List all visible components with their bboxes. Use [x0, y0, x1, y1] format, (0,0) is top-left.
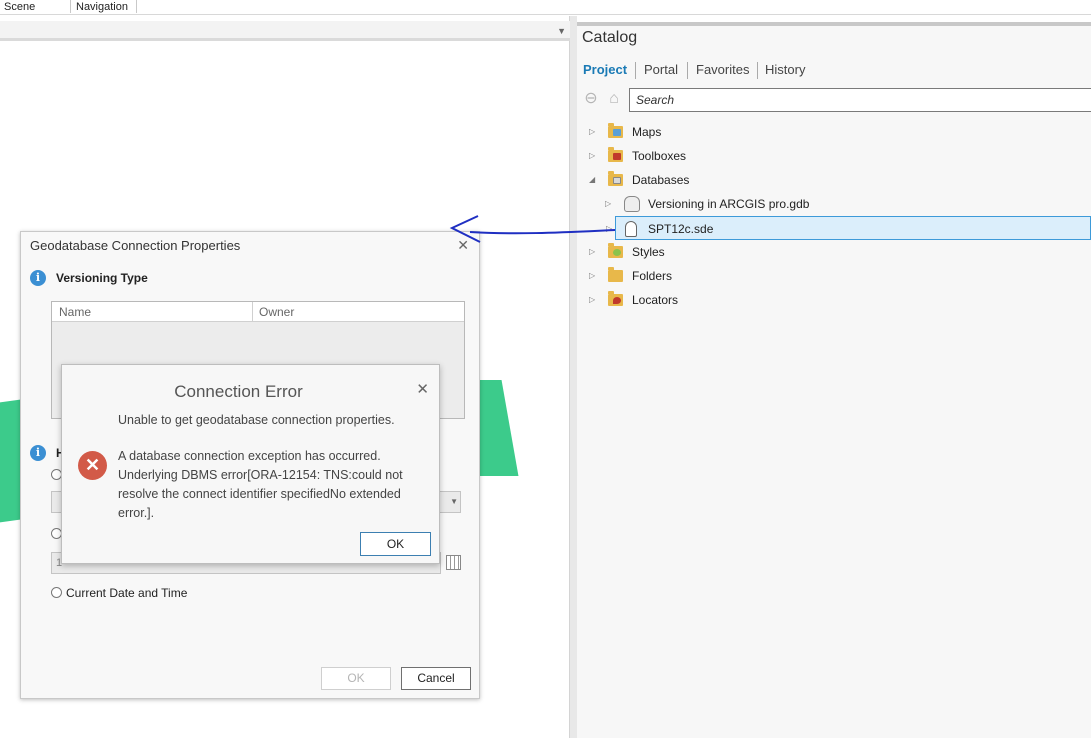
chevron-down-icon[interactable]: ▼ — [557, 26, 566, 36]
maps-folder-icon — [608, 123, 624, 140]
tree-item-label: Databases — [632, 173, 690, 187]
tab-favorites[interactable]: Favorites — [696, 62, 749, 77]
tree-item-databases[interactable]: ◢ Databases — [577, 168, 1091, 192]
column-header-owner[interactable]: Owner — [259, 305, 294, 319]
ribbon-tab-bar: Scene Navigation — [0, 0, 1091, 15]
table-header: Name Owner — [52, 302, 464, 322]
versioning-type-label: Versioning Type — [56, 271, 148, 285]
back-arrow-icon[interactable]: ⊖ — [582, 90, 600, 108]
tab-separator — [70, 0, 71, 13]
chevron-down-icon[interactable]: ▼ — [450, 497, 458, 506]
catalog-pane: Catalog Project Portal Favorites History… — [577, 22, 1091, 738]
error-icon: ✕ — [78, 451, 107, 480]
current-date-radio[interactable] — [51, 587, 62, 598]
tree-item-styles[interactable]: ▷ Styles — [577, 240, 1091, 264]
expand-arrow-icon[interactable]: ▷ — [589, 144, 599, 168]
catalog-search-input[interactable]: Search — [629, 88, 1091, 112]
info-icon: i — [30, 270, 46, 286]
catalog-title: Catalog — [582, 29, 638, 46]
expand-arrow-icon[interactable]: ▷ — [589, 120, 599, 144]
tree-item-label: Styles — [632, 245, 665, 259]
tree-item-toolboxes[interactable]: ▷ Toolboxes — [577, 144, 1091, 168]
cancel-button[interactable]: Cancel — [401, 667, 471, 690]
annotation-arrow-icon — [449, 215, 616, 243]
tab-separator — [136, 0, 137, 13]
tab-separator — [687, 62, 688, 79]
tab-separator — [635, 62, 636, 79]
tree-item-folders[interactable]: ▷ Folders — [577, 264, 1091, 288]
error-message: Unable to get geodatabase connection pro… — [118, 411, 428, 523]
close-icon[interactable]: ✕ — [416, 380, 429, 398]
database-connection-icon — [625, 221, 637, 237]
column-divider — [252, 302, 253, 322]
tab-scene[interactable]: Scene — [4, 0, 35, 14]
tree-item-label: Toolboxes — [632, 149, 687, 163]
collapse-arrow-icon[interactable]: ◢ — [589, 168, 599, 192]
home-icon[interactable]: ⌂ — [605, 90, 623, 108]
tree-item-label: Folders — [632, 269, 673, 283]
error-title: Connection Error — [174, 382, 303, 401]
error-details: A database connection exception has occu… — [118, 449, 403, 520]
locators-folder-icon — [608, 291, 624, 308]
databases-folder-icon — [608, 171, 624, 188]
geodatabase-icon — [624, 196, 640, 212]
tree-item-spt12c-sde[interactable]: ▷ SPT12c.sde — [606, 216, 1091, 240]
calendar-icon[interactable] — [446, 555, 461, 570]
info-icon: i — [30, 445, 46, 461]
error-ok-button[interactable]: OK — [360, 532, 431, 556]
error-summary: Unable to get geodatabase connection pro… — [118, 413, 395, 427]
dialog-title: Geodatabase Connection Properties — [30, 238, 241, 253]
tree-item-versioning-gdb[interactable]: ▷ Versioning in ARCGIS pro.gdb — [577, 192, 1091, 216]
tab-portal[interactable]: Portal — [644, 62, 678, 77]
tree-item-label: SPT12c.sde — [648, 222, 714, 236]
ok-button[interactable]: OK — [321, 667, 391, 690]
column-header-name[interactable]: Name — [59, 305, 91, 319]
tree-item-label: Locators — [632, 293, 679, 307]
tree-item-label: Versioning in ARCGIS pro.gdb — [648, 197, 810, 211]
tab-project[interactable]: Project — [583, 62, 627, 77]
expand-arrow-icon[interactable]: ▷ — [589, 288, 599, 312]
tab-history[interactable]: History — [765, 62, 805, 77]
tree-item-maps[interactable]: ▷ Maps — [577, 120, 1091, 144]
toolboxes-folder-icon — [608, 147, 624, 164]
expand-arrow-icon[interactable]: ▷ — [589, 264, 599, 288]
map-view-header: ▼ — [0, 21, 570, 41]
pane-splitter[interactable] — [570, 16, 577, 738]
current-date-label: Current Date and Time — [66, 586, 188, 600]
tree-item-label: Maps — [632, 125, 662, 139]
tab-navigation[interactable]: Navigation — [76, 0, 128, 14]
connection-error-dialog: Connection Error ✕ Unable to get geodata… — [61, 364, 440, 564]
tab-separator — [757, 62, 758, 79]
tree-item-locators[interactable]: ▷ Locators — [577, 288, 1091, 312]
folders-folder-icon — [608, 267, 624, 284]
